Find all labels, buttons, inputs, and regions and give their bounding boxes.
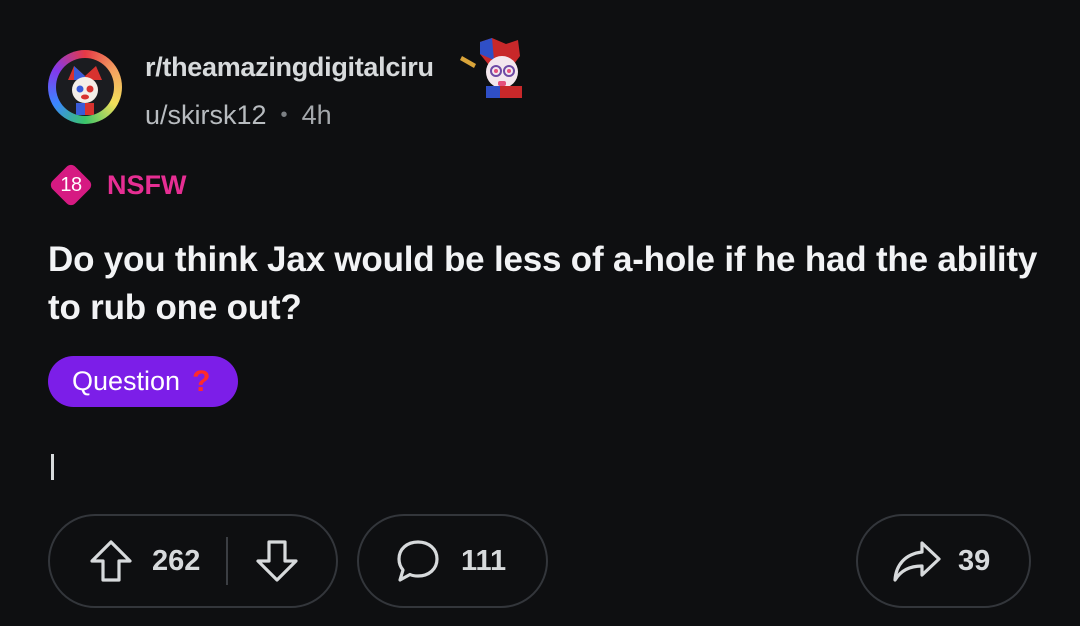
avatar-image <box>56 58 114 116</box>
arrow-up-icon[interactable] <box>88 538 134 584</box>
vote-bar: 262 <box>48 514 338 608</box>
author-name[interactable]: u/skirsk12 <box>145 100 267 131</box>
share-button[interactable]: 39 <box>856 514 1031 608</box>
nsfw-tag: 18 NSFW <box>49 163 186 207</box>
question-mark-icon: ? <box>192 364 211 398</box>
share-arrow-icon <box>892 539 942 583</box>
text-cursor <box>51 454 54 480</box>
post-title[interactable]: Do you think Jax would be less of a-hole… <box>48 236 1038 332</box>
meta-separator: • <box>280 104 288 126</box>
flair-text: Question <box>72 366 181 396</box>
user-flair-image <box>458 38 522 98</box>
comments-button[interactable]: 111 <box>357 514 548 608</box>
nsfw-badge-text: 18 <box>60 173 82 196</box>
subreddit-name[interactable]: r/theamazingdigitalciru <box>145 52 434 83</box>
subreddit-avatar[interactable] <box>48 50 122 124</box>
post-time: 4h <box>301 100 332 130</box>
post-flair[interactable]: Question ? <box>48 356 239 407</box>
share-count: 39 <box>958 544 991 577</box>
comment-count: 111 <box>461 544 507 577</box>
post-page: r/theamazingdigitalciru u/skirsk12 • 4h … <box>0 0 1080 626</box>
arrow-down-icon[interactable] <box>254 538 300 584</box>
nsfw-label: NSFW <box>107 169 187 200</box>
nsfw-badge-icon: 18 <box>49 163 93 207</box>
post-meta: u/skirsk12 • 4h <box>145 100 332 131</box>
upvote-count: 262 <box>152 544 201 577</box>
speech-bubble-icon <box>395 538 441 584</box>
vote-divider <box>226 537 229 585</box>
